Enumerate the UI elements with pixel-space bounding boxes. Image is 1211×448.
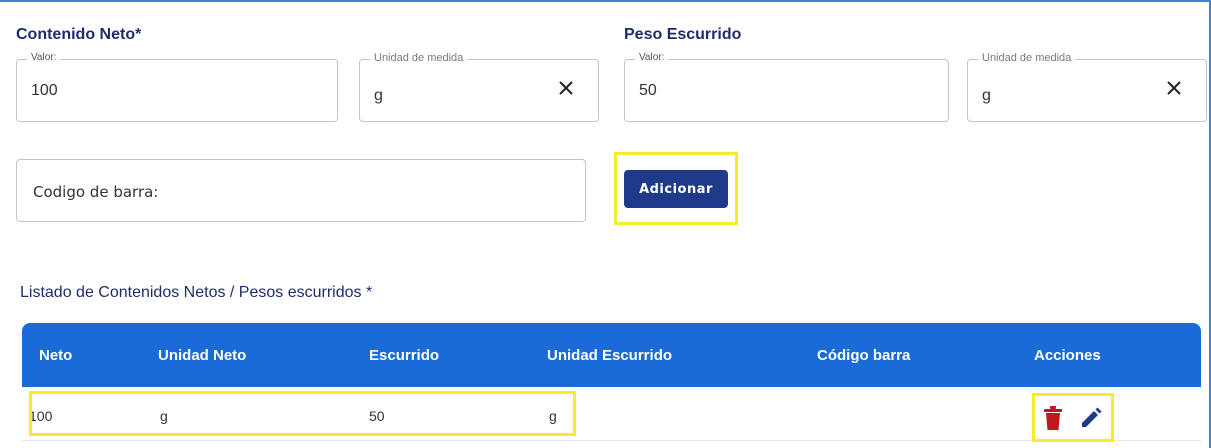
trash-icon[interactable] [1041,405,1065,431]
pencil-icon[interactable] [1078,405,1102,431]
list-title: Listado de Contenidos Netos / Pesos escu… [20,284,373,301]
contenido-neto-valor-value: 100 [31,82,58,99]
header-escurrido: Escurrido [369,347,440,364]
contenido-neto-valor-field[interactable]: Valor: 100 [16,52,338,122]
peso-escurrido-unidad-select[interactable]: Unidad de medida g [967,52,1207,122]
highlight-box [29,391,576,436]
peso-escurrido-valor-value: 50 [639,82,657,99]
contenido-neto-unidad-select[interactable]: Unidad de medida g [359,52,599,122]
header-codigo-barra: Código barra [817,347,911,364]
barcode-label: Codigo de barra: [33,183,159,201]
barcode-input[interactable]: Codigo de barra: [16,159,586,222]
peso-escurrido-valor-field[interactable]: Valor: 50 [624,52,949,122]
close-icon[interactable] [1164,78,1184,98]
field-legend: Unidad de medida [370,52,468,64]
add-button[interactable]: Adicionar [624,170,728,208]
field-legend: Unidad de medida [978,52,1076,64]
header-unidad-neto: Unidad Neto [158,347,247,364]
contenido-neto-unidad-value: g [374,87,383,104]
table-header: Neto Unidad Neto Escurrido Unidad Escurr… [22,323,1201,387]
peso-escurrido-unidad-value: g [982,87,991,104]
header-neto: Neto [39,347,73,364]
close-icon[interactable] [556,78,576,98]
field-legend: Valor: [27,52,61,63]
field-legend: Valor: [635,52,669,63]
header-acciones: Acciones [1034,347,1101,364]
contenido-neto-title: Contenido Neto* [16,26,142,43]
peso-escurrido-title: Peso Escurrido [624,26,742,43]
header-unidad-escurrido: Unidad Escurrido [547,347,673,364]
